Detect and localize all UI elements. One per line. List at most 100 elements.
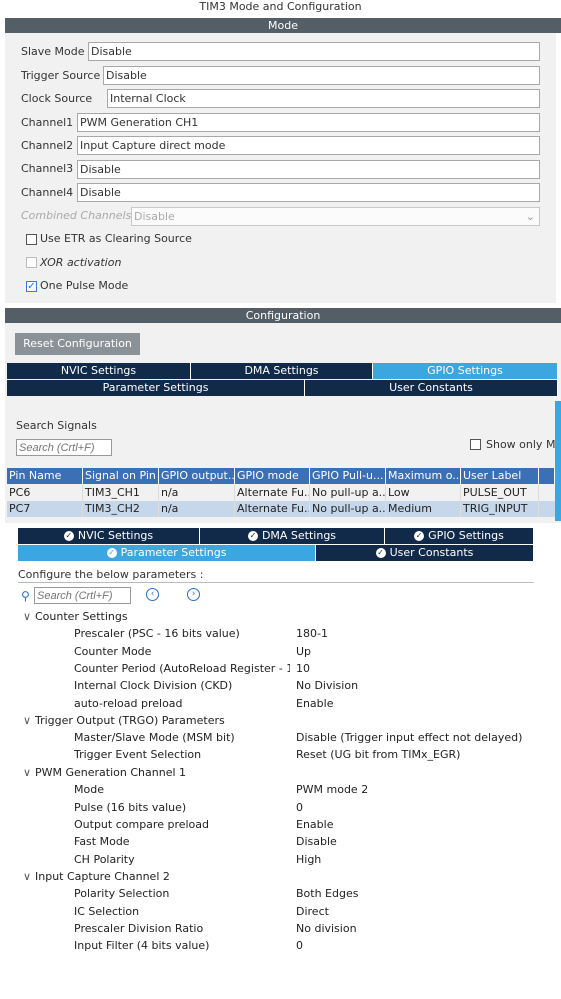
channel3-field[interactable]: Disable (77, 160, 540, 179)
channel4-label: Channel4 (21, 186, 74, 199)
param-value[interactable]: Disable (296, 835, 337, 849)
slave-mode-label: Slave Mode (21, 45, 85, 58)
checkmark-icon: ✓ (27, 281, 36, 292)
check-circle-icon: ✓ (63, 531, 74, 541)
clock-source-field[interactable]: Internal Clock (107, 89, 540, 108)
group-label: Trigger Output (TRGO) Parameters (35, 714, 225, 727)
param-value[interactable]: 10 (296, 662, 310, 676)
param-value[interactable]: 180-1 (296, 627, 328, 641)
cell-user-label: PULSE_OUT (461, 485, 539, 501)
tab-parameter-settings[interactable]: Parameter Settings (7, 380, 305, 396)
cell-user-label: TRIG_INPUT (461, 501, 539, 517)
next-icon[interactable]: › (187, 588, 200, 601)
col-signal-on-pin[interactable]: Signal on Pin (83, 468, 159, 484)
channel2-field[interactable]: Input Capture direct mode (77, 136, 540, 155)
cell-max-output: Low (386, 485, 461, 501)
param-name: Prescaler Division Ratio (74, 922, 204, 935)
cell-gpio-pull: No pull-up a... (312, 501, 386, 517)
tab-nvic-settings[interactable]: NVIC Settings (7, 363, 191, 379)
xor-activation-checkbox[interactable] (26, 257, 37, 268)
group-label: Counter Settings (35, 610, 128, 623)
param-name: Master/Slave Mode (MSM bit) (74, 731, 235, 744)
cell-max-output: Medium (386, 501, 461, 517)
xor-activation-label: XOR activation (40, 256, 122, 269)
param-value[interactable]: Up (296, 645, 311, 659)
one-pulse-mode-checkbox[interactable]: ✓ (26, 281, 37, 292)
combined-channels-label: Combined Channels (21, 209, 132, 222)
param-value[interactable]: 0 (296, 801, 303, 815)
check-circle-icon: ✓ (414, 531, 425, 541)
param-name: Counter Mode (74, 645, 152, 658)
cell-gpio-mode: Alternate Fu... (237, 501, 310, 517)
tab-nvic-settings-2[interactable]: ✓ NVIC Settings (18, 528, 200, 544)
group-input-capture-channel2[interactable]: ∨ Input Capture Channel 2 (23, 870, 170, 884)
cell-signal: TIM3_CH2 (83, 501, 159, 517)
param-name: auto-reload preload (74, 697, 183, 710)
col-maximum-output[interactable]: Maximum o... (386, 468, 461, 484)
param-value[interactable]: 0 (296, 939, 303, 953)
tab-user-constants[interactable]: User Constants (305, 380, 558, 396)
trigger-source-field[interactable]: Disable (103, 66, 540, 85)
param-search-input[interactable] (34, 587, 131, 604)
divider (18, 582, 534, 583)
trigger-source-label: Trigger Source (21, 69, 101, 82)
col-gpio-mode[interactable]: GPIO mode (235, 468, 310, 484)
vertical-scrollbar[interactable] (555, 401, 561, 521)
tab-label: GPIO Settings (428, 529, 504, 542)
chevron-down-icon: ∨ (23, 766, 32, 779)
search-icon: ⚲ (21, 589, 30, 603)
param-value[interactable]: High (296, 853, 321, 867)
param-value[interactable]: Direct (296, 905, 329, 919)
search-signals-input[interactable] (16, 439, 112, 456)
channel4-field[interactable]: Disable (77, 183, 540, 202)
tab-dma-settings-2[interactable]: ✓ DMA Settings (200, 528, 385, 544)
col-extra (539, 468, 555, 484)
tab-gpio-settings[interactable]: GPIO Settings (373, 363, 558, 379)
param-name: Trigger Event Selection (74, 748, 202, 761)
param-name: Polarity Selection (74, 887, 170, 900)
use-etr-checkbox[interactable] (26, 234, 37, 245)
cell-gpio-output: n/a (159, 501, 235, 517)
param-value[interactable]: Reset (UG bit from TIMx_EGR) (296, 748, 460, 762)
channel1-field[interactable]: PWM Generation CH1 (77, 113, 540, 132)
check-circle-icon: ✓ (247, 531, 258, 541)
col-gpio-output[interactable]: GPIO output... (159, 468, 235, 484)
col-pin-name[interactable]: Pin Name (7, 468, 83, 484)
tab-parameter-settings-2[interactable]: ✓ Parameter Settings (18, 545, 316, 561)
param-value[interactable]: Enable (296, 697, 333, 711)
combined-channels-value: Disable (134, 210, 175, 223)
channel2-label: Channel2 (21, 139, 74, 152)
tab-label: User Constants (389, 546, 474, 559)
reset-configuration-button[interactable]: Reset Configuration (15, 333, 140, 355)
use-etr-label: Use ETR as Clearing Source (40, 232, 192, 245)
param-value[interactable]: Enable (296, 818, 333, 832)
tab-gpio-settings-2[interactable]: ✓ GPIO Settings (385, 528, 534, 544)
group-pwm-channel1[interactable]: ∨ PWM Generation Channel 1 (23, 766, 186, 780)
cell-gpio-mode: Alternate Fu... (237, 485, 310, 501)
slave-mode-field[interactable]: Disable (88, 42, 540, 61)
param-name: Input Filter (4 bits value) (74, 939, 210, 952)
group-counter-settings[interactable]: ∨ Counter Settings (23, 610, 128, 624)
tab-label: NVIC Settings (77, 529, 154, 542)
show-only-checkbox[interactable] (470, 439, 481, 450)
param-value[interactable]: Both Edges (296, 887, 358, 901)
param-value[interactable]: Disable (Trigger input effect not delaye… (296, 731, 522, 745)
param-value[interactable]: No division (296, 922, 357, 936)
previous-icon[interactable]: ‹ (146, 588, 159, 601)
group-trigger-output[interactable]: ∨ Trigger Output (TRGO) Parameters (23, 714, 225, 728)
param-value[interactable]: No Division (296, 679, 358, 693)
tab-dma-settings[interactable]: DMA Settings (191, 363, 373, 379)
combined-channels-select[interactable]: Disable ⌄ (131, 207, 540, 226)
col-gpio-pull[interactable]: GPIO Pull-u... (310, 468, 386, 484)
chevron-down-icon: ∨ (23, 610, 32, 623)
cell-signal: TIM3_CH1 (83, 485, 159, 501)
group-label: PWM Generation Channel 1 (35, 766, 187, 779)
chevron-down-icon: ⌄ (525, 210, 535, 223)
param-name: Fast Mode (74, 835, 130, 848)
one-pulse-mode-label: One Pulse Mode (40, 279, 129, 292)
tab-user-constants-2[interactable]: ✓ User Constants (316, 545, 534, 561)
param-value[interactable]: PWM mode 2 (296, 783, 368, 797)
param-name: IC Selection (74, 905, 140, 918)
col-user-label[interactable]: User Label (461, 468, 539, 484)
param-name: Prescaler (PSC - 16 bits value) (74, 627, 240, 640)
